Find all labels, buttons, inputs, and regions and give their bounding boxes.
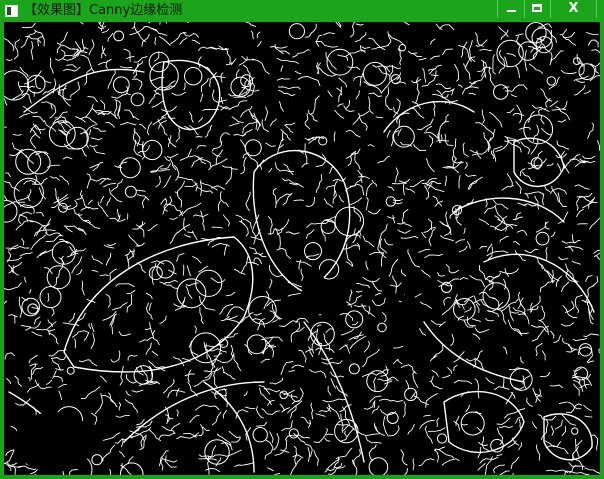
app-icon[interactable] — [5, 5, 18, 17]
dark-region — [302, 267, 326, 317]
close-icon: X — [568, 1, 579, 16]
minimize-icon — [507, 10, 516, 12]
title-bar[interactable]: 【效果图】Canny边缘检测 X — [0, 0, 604, 22]
app-window: 【效果图】Canny边缘检测 X — [0, 0, 604, 479]
dark-region — [14, 412, 94, 472]
edge-image-canvas — [4, 22, 600, 475]
maximize-button[interactable] — [524, 0, 550, 18]
dark-region — [399, 292, 419, 352]
canny-edge-image — [4, 22, 600, 475]
close-button[interactable]: X — [550, 0, 597, 18]
maximize-icon — [532, 4, 542, 12]
minimize-button[interactable] — [497, 0, 524, 18]
window-title: 【效果图】Canny边缘检测 — [24, 3, 183, 18]
